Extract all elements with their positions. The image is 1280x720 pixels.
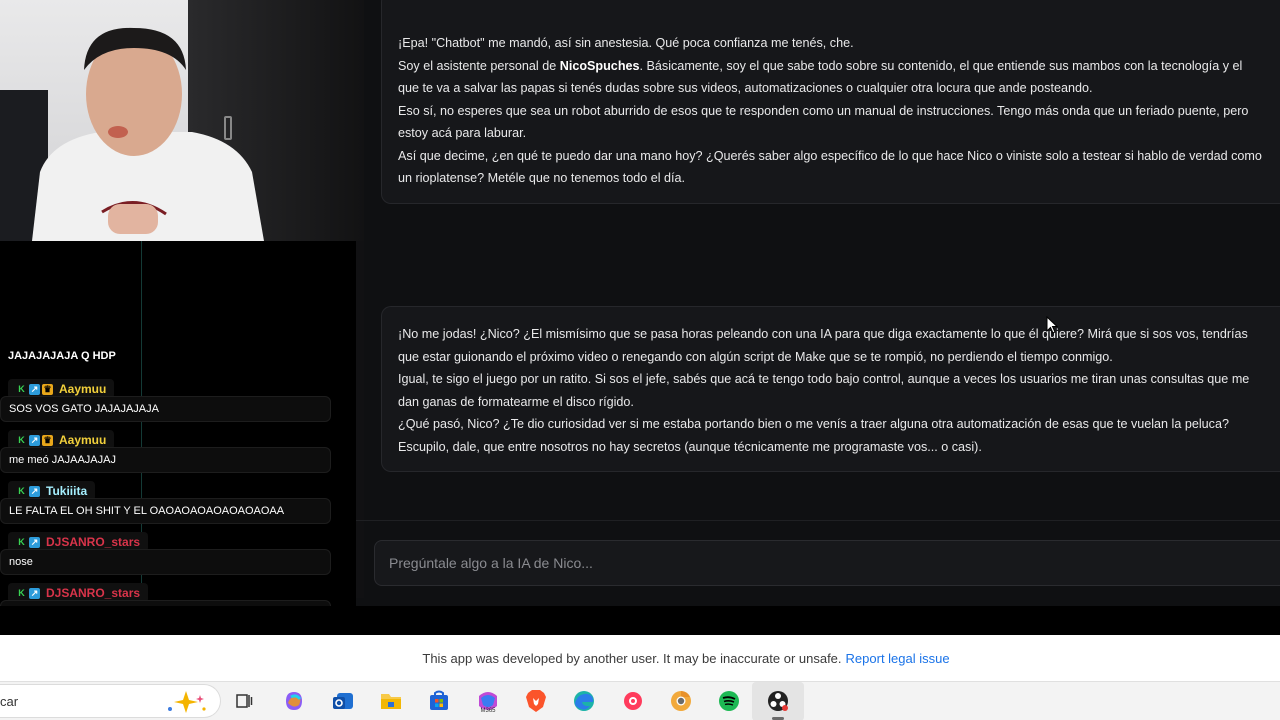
message-paragraph: ¡No me jodas! ¿Nico? ¿El mismísimo que s…	[398, 327, 1248, 364]
search-highlight-icon	[168, 691, 206, 713]
report-legal-issue-link[interactable]: Report legal issue	[846, 651, 950, 666]
chat-message: LE FALTA EL OH SHIT Y EL OAOAOAOAOAOAOAO…	[0, 498, 331, 524]
message-paragraph: Eso sí, no esperes que sea un robot abur…	[398, 103, 1249, 141]
edge-icon[interactable]	[571, 688, 597, 714]
chat-username: Aaymuu	[59, 382, 107, 396]
moderator-icon: K	[18, 485, 25, 496]
chat-message: nose	[0, 549, 331, 575]
chat-username: Aaymuu	[59, 433, 107, 447]
prime-icon: ↗	[29, 434, 40, 446]
webcam-feed	[0, 0, 364, 241]
chat-message: SOS VOS GATO JAJAJAJAJA	[0, 396, 331, 422]
assistant-message: ¡Epa! "Chatbot" me mandó, así sin aneste…	[381, 0, 1280, 204]
message-paragraph: Soy el asistente personal de NicoSpuches…	[398, 58, 1243, 96]
copilot-app-icon[interactable]	[281, 688, 307, 714]
chat-message-text: JAJAJAJAJA Q HDP	[8, 350, 116, 362]
screen: JAJAJAJAJA Q HDP K ↗ ♛ Aaymuu SOS VOS GA…	[0, 0, 1280, 720]
frame-gap	[0, 606, 1280, 635]
taskbar: car M365	[0, 681, 1280, 720]
mouse-cursor-icon	[1046, 316, 1058, 334]
sub-icon: ♛	[42, 434, 53, 446]
chat-app-footer	[356, 598, 1280, 606]
bold-name: NicoSpuches	[559, 58, 640, 73]
taskbar-search[interactable]: car	[0, 684, 221, 718]
chat-message: me meó JAJAAJAJAJ	[0, 447, 331, 473]
obs-icon[interactable]	[765, 688, 791, 714]
brave-icon[interactable]	[523, 688, 549, 714]
message-paragraph: Así que decime, ¿en qué te puedo dar una…	[398, 148, 1262, 186]
streamer-figure	[32, 27, 264, 241]
file-explorer-icon[interactable]	[378, 688, 404, 714]
svg-text:M365: M365	[480, 708, 496, 714]
message-composer[interactable]	[374, 540, 1280, 586]
prime-icon: ↗	[29, 383, 40, 395]
message-paragraph: Igual, te sigo el juego por un ratito. S…	[398, 372, 1250, 409]
search-text: car	[0, 693, 19, 709]
microsoft-365-icon[interactable]: M365	[475, 688, 501, 714]
sub-icon: ♛	[42, 383, 53, 395]
message-input[interactable]	[389, 555, 1280, 571]
app-warning-banner: This app was developed by another user. …	[0, 635, 1280, 681]
message-paragraph: ¡Epa! "Chatbot" me mandó, así sin aneste…	[398, 36, 854, 50]
prime-icon: ↗	[29, 587, 40, 599]
chat-username: DJSANRO_stars	[46, 586, 141, 600]
composer-divider	[356, 520, 1280, 521]
moderator-icon: K	[18, 434, 25, 445]
outlook-icon[interactable]	[330, 688, 356, 714]
chrome-canary-icon[interactable]	[668, 688, 694, 714]
prime-icon: ↗	[29, 536, 40, 548]
microsoft-store-icon[interactable]	[426, 688, 452, 714]
app-icon[interactable]	[620, 688, 646, 714]
moderator-icon: K	[18, 536, 25, 547]
chat-username: Tukiiita	[46, 484, 88, 498]
moderator-icon: K	[18, 587, 25, 598]
task-view-icon[interactable]	[231, 688, 257, 714]
moderator-icon: K	[18, 383, 25, 394]
spotify-icon[interactable]	[716, 688, 742, 714]
warning-text: This app was developed by another user. …	[422, 650, 842, 666]
chat-app-edge	[356, 241, 364, 606]
chat-username: DJSANRO_stars	[46, 535, 141, 549]
stream-chat: JAJAJAJAJA Q HDP K ↗ ♛ Aaymuu SOS VOS GA…	[0, 350, 345, 610]
prime-icon: ↗	[29, 485, 40, 497]
assistant-message: ¡No me jodas! ¿Nico? ¿El mismísimo que s…	[381, 306, 1280, 472]
message-paragraph: ¿Qué pasó, Nico? ¿Te dio curiosidad ver …	[398, 417, 1229, 454]
